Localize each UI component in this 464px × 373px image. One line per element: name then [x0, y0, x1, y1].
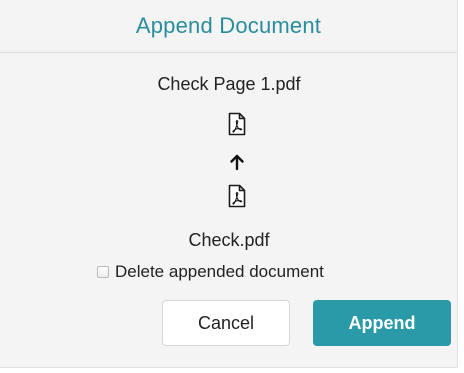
dialog-title: Append Document — [135, 13, 322, 38]
pdf-file-icon — [228, 112, 246, 136]
delete-appended-label: Delete appended document — [115, 262, 324, 281]
target-file-name: Check Page 1.pdf — [157, 74, 301, 94]
source-file-name: Check.pdf — [188, 230, 270, 250]
cancel-button[interactable]: Cancel — [162, 300, 290, 346]
pdf-file-icon — [228, 184, 246, 208]
delete-appended-option[interactable]: Delete appended document — [97, 261, 324, 283]
append-button[interactable]: Append — [313, 300, 451, 346]
dialog-header: Append Document — [0, 0, 457, 53]
delete-appended-checkbox[interactable] — [97, 266, 109, 278]
arrow-up-icon — [230, 154, 244, 171]
append-document-dialog: Append Document Check Page 1.pdf Check.p… — [0, 0, 458, 368]
dialog-body: Check Page 1.pdf Check.pdf Delete append… — [0, 53, 457, 368]
